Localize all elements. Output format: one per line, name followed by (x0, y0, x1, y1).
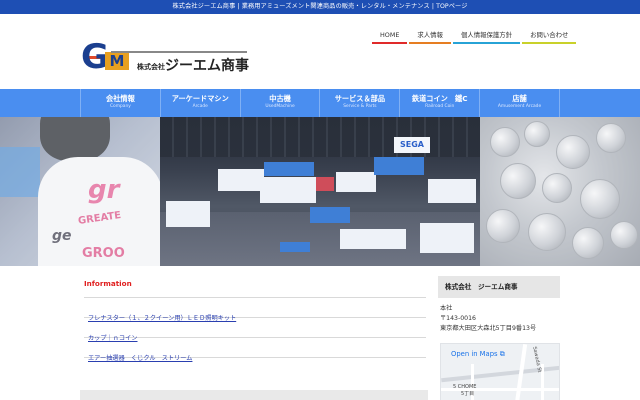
logo-divider (111, 51, 247, 53)
main-nav: 会社情報 Company アーケードマシン Arcade 中古機 UsedMachin… (80, 89, 560, 117)
address-postal-code: 〒143-0016 (440, 315, 476, 322)
gm-logo-icon: G M (81, 38, 131, 82)
hero-photo-expo-hall: SEGA (160, 117, 480, 266)
information-section: Information フレナスター（１、２クイーン用）ＬＥＤ照明キット カップ… (84, 278, 426, 362)
information-title: Information (84, 278, 426, 298)
logo-mark-m: M (105, 52, 129, 70)
main-nav-arcade[interactable]: アーケードマシン Arcade (161, 89, 241, 117)
logo-mark-g: G (81, 37, 109, 77)
hero-banner: gr GREATE GROO ge SEGA (0, 117, 640, 266)
top-nav-contact[interactable]: お問い合わせ (522, 28, 577, 44)
site-header: G M 株式会社ジーエム商事 HOME 求人情報 個人情報保護方針 お問い合わせ (0, 14, 640, 89)
top-bar-text: 株式会社ジーエム商事 | 業務用アミューズメント関連商品の販売・レンタル・メンテ… (172, 3, 468, 10)
main-nav-railroad-coin[interactable]: 鉄道コイン 鐵C Railroad Coin (400, 89, 481, 117)
information-link-air-lottery[interactable]: エアー抽選器 くじクル ストリーム (88, 355, 192, 362)
sidebar-address: 本社 〒143-0016 東京都大田区大森北5丁目9番13号 (438, 298, 560, 334)
content-panel (80, 390, 428, 400)
top-nav-home[interactable]: HOME (372, 28, 408, 44)
open-in-maps-link[interactable]: Open in Maps ⧉ (451, 350, 505, 359)
main-nav-arcade-store[interactable]: 店舗 Amusement Arcade (480, 89, 560, 117)
top-nav: HOME 求人情報 個人情報保護方針 お問い合わせ (372, 28, 578, 44)
information-link-led-kit[interactable]: フレナスター（１、２クイーン用）ＬＥＤ照明キット (88, 315, 236, 322)
information-item: フレナスター（１、２クイーン用）ＬＥＤ照明キット (84, 298, 426, 322)
company-sidebar: 株式会社 ジーエム商事 本社 〒143-0016 東京都大田区大森北5丁目9番1… (438, 276, 560, 400)
main-nav-used-machine[interactable]: 中古機 UsedMachine (241, 89, 321, 117)
address-street: 東京都大田区大森北5丁目9番13号 (440, 325, 537, 332)
location-map[interactable]: Open in Maps ⧉ 5 CHOME 5丁目 Sawada St (440, 343, 560, 400)
main-nav-service-parts[interactable]: サービス＆部品 Service & Parts (320, 89, 401, 117)
site-logo[interactable]: G M 株式会社ジーエム商事 (81, 38, 251, 82)
external-link-icon: ⧉ (499, 350, 505, 358)
top-nav-privacy[interactable]: 個人情報保護方針 (452, 28, 521, 44)
top-nav-recruit[interactable]: 求人情報 (409, 28, 451, 44)
map-label-district-jp: 5丁目 (461, 391, 475, 397)
logo-company-name: 株式会社ジーエム商事 (137, 58, 249, 74)
sega-booth-sign: SEGA (394, 137, 430, 153)
top-bar: 株式会社ジーエム商事 | 業務用アミューズメント関連商品の販売・レンタル・メンテ… (0, 0, 640, 14)
sidebar-title: 株式会社 ジーエム商事 (438, 276, 560, 298)
address-office: 本社 (440, 305, 453, 312)
main-nav-company[interactable]: 会社情報 Company (80, 89, 161, 117)
information-link-cup-in-coin[interactable]: カップ｜ｎコイン (88, 335, 138, 342)
